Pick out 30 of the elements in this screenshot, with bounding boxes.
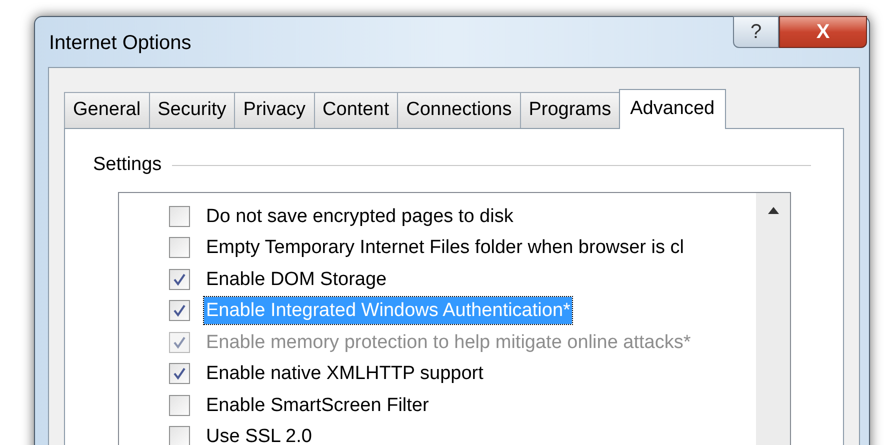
group-title: Settings (93, 153, 162, 177)
tab[interactable]: Privacy (234, 92, 315, 128)
tab[interactable]: Advanced (619, 89, 726, 129)
close-button[interactable]: X (779, 16, 867, 48)
setting-label[interactable]: Enable native XMLHTTP support (204, 360, 486, 388)
setting-label[interactable]: Enable SmartScreen Filter (204, 392, 431, 419)
checkbox[interactable] (169, 426, 190, 445)
tab[interactable]: Security (148, 92, 236, 128)
setting-label[interactable]: Use SSL 2.0 (204, 423, 314, 445)
scrollbar[interactable] (756, 192, 790, 445)
checkbox[interactable] (169, 268, 190, 290)
tab[interactable]: Connections (397, 92, 521, 128)
checkmark-icon (173, 272, 186, 286)
checkbox[interactable] (169, 237, 190, 258)
scroll-up-icon[interactable] (768, 206, 778, 214)
checkbox[interactable] (169, 206, 190, 227)
setting-label[interactable]: Enable DOM Storage (204, 266, 389, 293)
checkmark-icon (173, 336, 186, 349)
checkbox[interactable] (169, 363, 190, 384)
window-title: Internet Options (49, 31, 192, 56)
setting-label[interactable]: Do not save encrypted pages to disk (204, 202, 516, 230)
setting-label[interactable]: Empty Temporary Internet Files folder when browser is cl (204, 234, 686, 262)
checkmark-icon (173, 304, 186, 318)
checkbox[interactable] (169, 394, 190, 416)
help-button[interactable]: ? (733, 16, 779, 48)
checkbox[interactable] (169, 300, 190, 322)
tab[interactable]: Content (314, 92, 398, 128)
checkmark-icon (173, 367, 186, 380)
tab[interactable]: General (64, 92, 150, 128)
tab[interactable]: Programs (520, 92, 620, 128)
